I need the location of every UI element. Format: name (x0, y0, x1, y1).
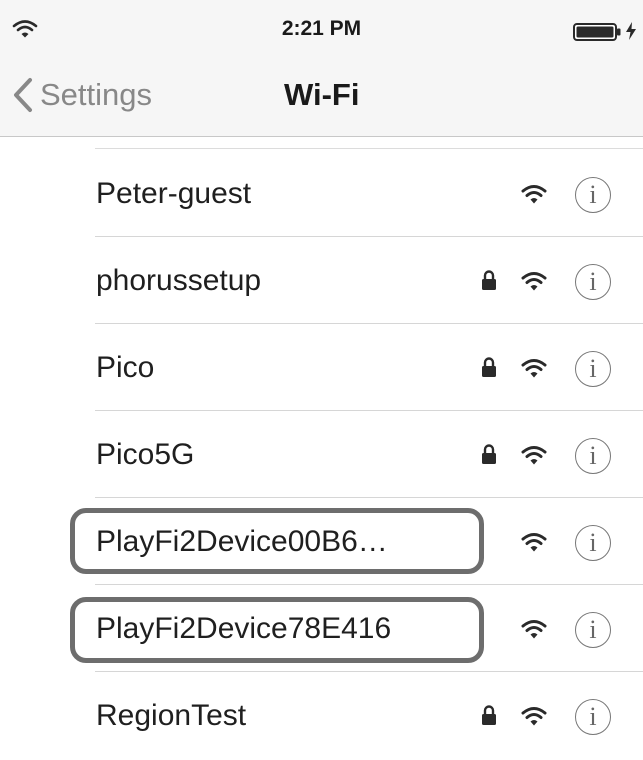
info-button[interactable]: i (575, 264, 611, 300)
wifi-signal-icon (521, 620, 547, 639)
status-time: 2:21 PM (281, 17, 362, 40)
network-name: Pico (96, 351, 155, 384)
network-name: Peter-guest (96, 177, 252, 210)
charging-bolt-icon (626, 22, 636, 40)
lock-icon (482, 444, 496, 464)
network-row[interactable]: RegionTest i (0, 672, 643, 759)
wifi-signal-icon (521, 359, 547, 378)
network-name: Pico5G (96, 438, 195, 471)
info-button[interactable]: i (575, 177, 611, 213)
info-icon: i (589, 354, 597, 383)
network-row[interactable]: PlayFi2Device00B6… i (0, 498, 643, 585)
info-icon: i (589, 180, 597, 209)
network-row[interactable]: Pico i (0, 324, 643, 411)
info-icon: i (589, 267, 597, 296)
info-button[interactable]: i (575, 699, 611, 735)
status-bar: 2:21 PM (0, 0, 643, 56)
network-name: PlayFi2Device00B6… (96, 525, 388, 558)
network-row[interactable]: phorussetup i (0, 237, 643, 324)
info-button[interactable]: i (575, 525, 611, 561)
back-button[interactable]: Settings (12, 72, 152, 118)
info-icon: i (589, 615, 597, 644)
network-name: phorussetup (96, 264, 262, 297)
network-row[interactable]: Pico5G i (0, 411, 643, 498)
back-label: Settings (40, 77, 153, 112)
info-button[interactable]: i (575, 438, 611, 474)
info-button[interactable]: i (575, 351, 611, 387)
info-icon: i (589, 702, 597, 731)
wifi-signal-icon (521, 533, 547, 552)
wifi-signal-icon (521, 446, 547, 465)
page-title: Wi-Fi (284, 77, 360, 112)
nav-bar: Settings Wi-Fi (0, 56, 643, 137)
info-button[interactable]: i (575, 612, 611, 648)
lock-icon (482, 357, 496, 377)
list-top-divider (95, 148, 643, 149)
wifi-signal-icon (521, 707, 547, 726)
network-row[interactable]: Peter-guest i (0, 150, 643, 237)
info-icon: i (589, 528, 597, 557)
lock-icon (482, 270, 496, 290)
network-row[interactable]: PlayFi2Device78E416 i (0, 585, 643, 672)
info-icon: i (589, 441, 597, 470)
network-name: RegionTest (96, 699, 247, 732)
chevron-left-icon (14, 78, 32, 112)
lock-icon (482, 705, 496, 725)
network-name: PlayFi2Device78E416 (96, 612, 392, 645)
wifi-signal-icon (521, 185, 547, 204)
wifi-signal-icon (521, 272, 547, 291)
battery-icon (573, 23, 621, 41)
